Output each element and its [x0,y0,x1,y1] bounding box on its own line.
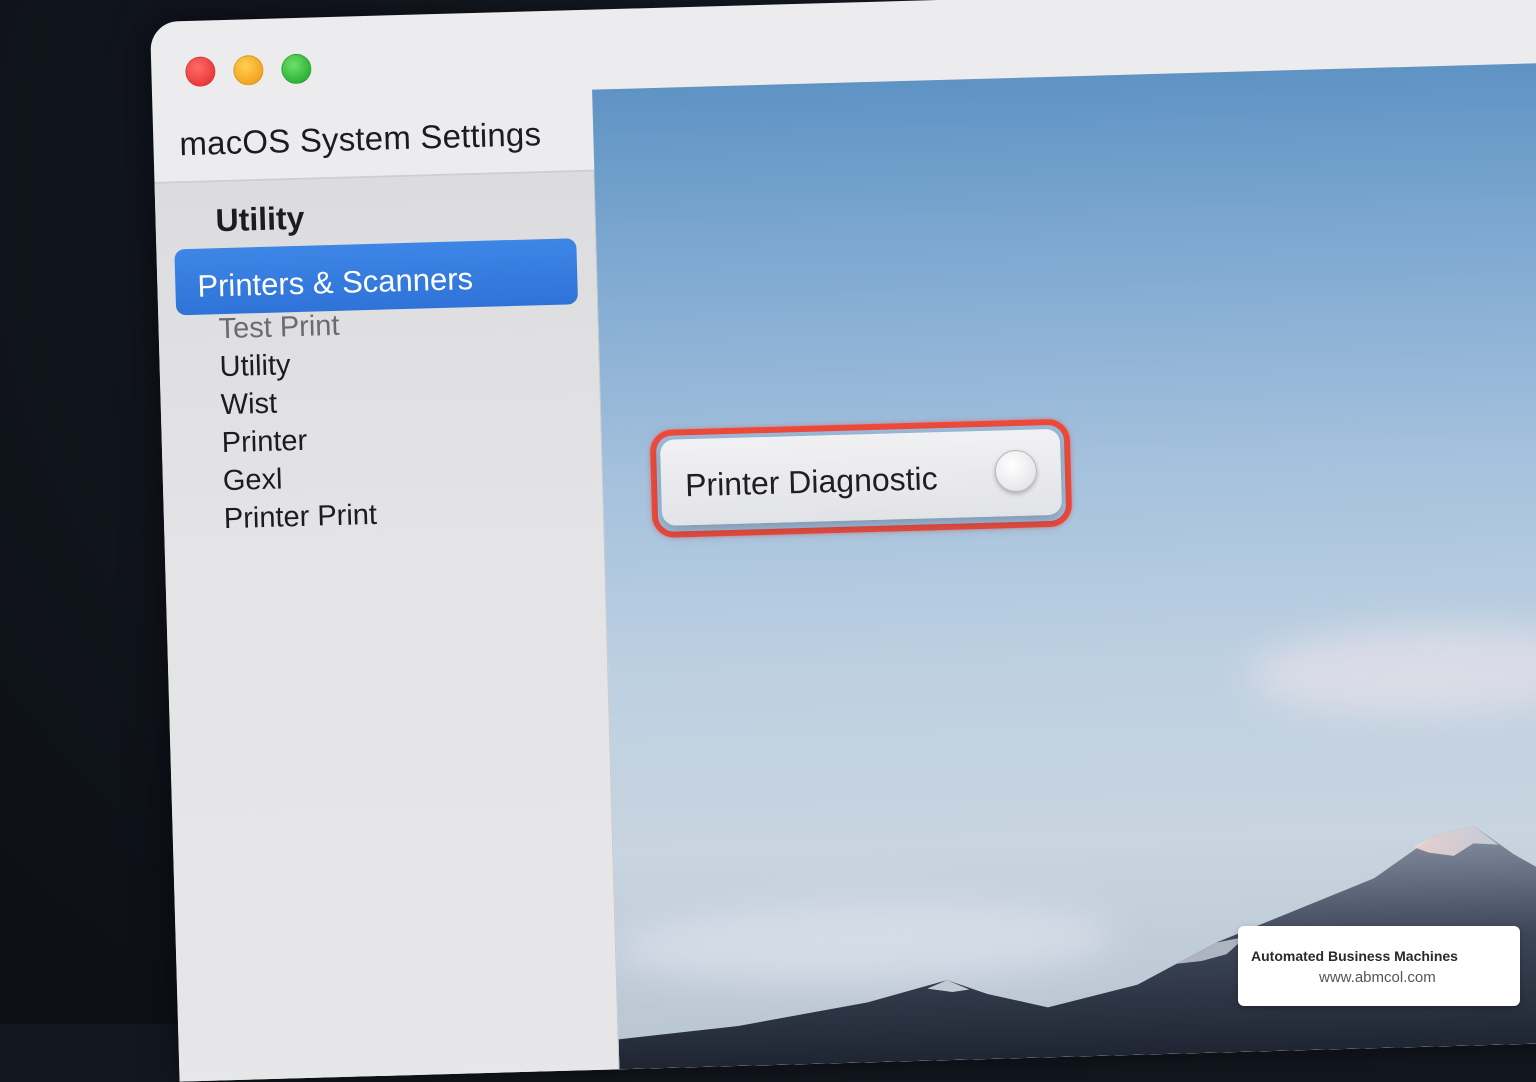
watermark-company: Automated Business Machines [1251,948,1458,964]
watermark-url: www.abmcol.com [1319,969,1436,986]
sidebar-item-utility[interactable]: Utility [219,344,373,386]
settings-window: macOS System Settings Utility Printers &… [150,0,1536,1082]
content-pane: Printer Diagnostic [592,62,1536,1069]
sidebar: Utility Printers & Scanners Test Print U… [155,172,621,1082]
sidebar-item-wist[interactable]: Wist [220,382,374,424]
printer-diagnostic-row[interactable]: Printer Diagnostic [660,429,1062,526]
minimize-button[interactable] [233,55,264,86]
zoom-button[interactable] [281,54,312,85]
printer-diagnostic-toggle[interactable] [994,449,1037,492]
window-title: macOS System Settings [179,115,542,163]
sidebar-item-printer-print[interactable]: Printer Print [223,496,377,538]
sidebar-heading: Utility [215,200,305,239]
sidebar-item-printers-scanners[interactable]: Printers & Scanners [174,238,578,315]
printer-diagnostic-label: Printer Diagnostic [685,460,938,504]
cloud [1247,622,1536,722]
watermark-badge: Automated Business Machines www.abmcol.c… [1238,926,1520,1006]
sidebar-list: Test Print Utility Wist Printer Gexl Pri… [218,310,377,538]
sidebar-item-test-print[interactable]: Test Print [218,310,372,348]
sidebar-item-printer[interactable]: Printer [221,420,375,462]
close-button[interactable] [185,56,216,87]
sidebar-item-gexl[interactable]: Gexl [222,458,376,500]
